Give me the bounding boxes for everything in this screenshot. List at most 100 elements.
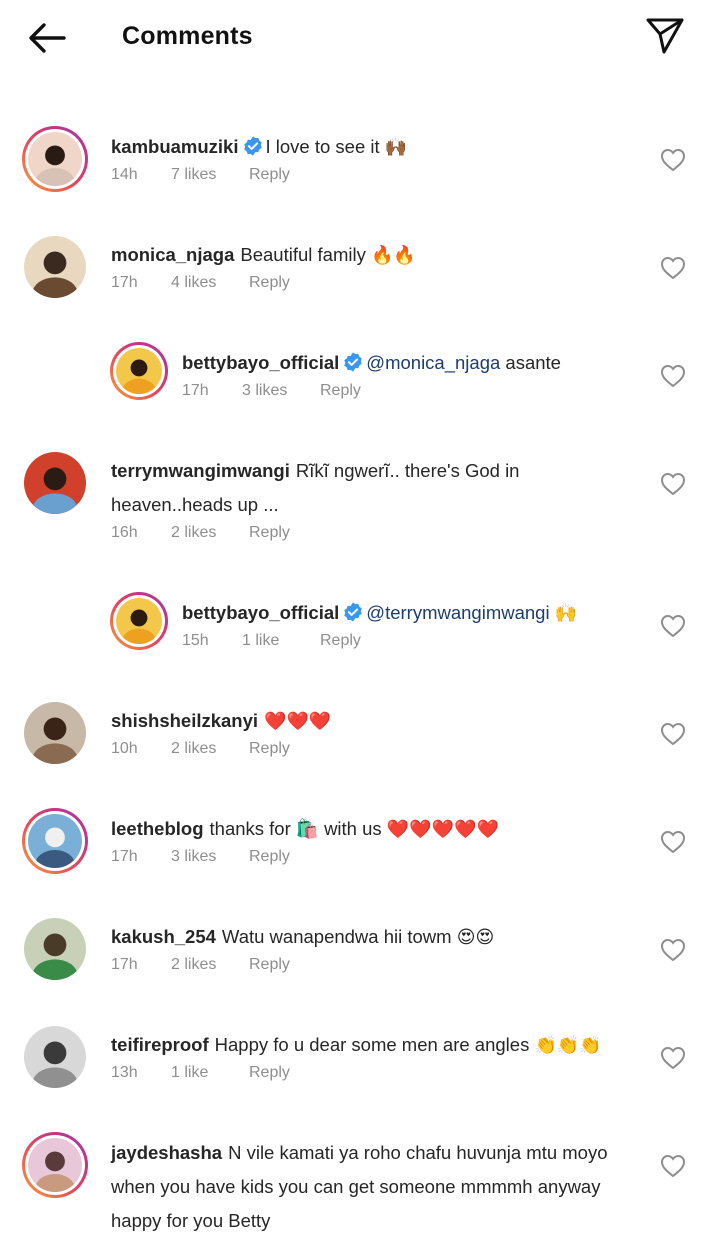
avatar[interactable] — [22, 1024, 88, 1090]
comment-emoji: ❤️❤️❤️ — [264, 711, 332, 731]
comment-likes[interactable]: 3 likes — [171, 848, 249, 866]
page-title: Comments — [122, 22, 253, 50]
comment-username[interactable]: terrymwangimwangi — [111, 460, 290, 481]
avatar[interactable] — [22, 700, 88, 766]
header-bar: Comments — [0, 0, 720, 78]
comment-body: bettybayo_official @monica_njaga asante 1… — [182, 346, 640, 400]
comment-username[interactable]: jaydeshasha — [111, 1142, 222, 1163]
heart-outline-icon[interactable] — [660, 148, 686, 172]
comment-likes[interactable]: 7 likes — [171, 166, 249, 184]
comment-text: bettybayo_official @monica_njaga asante — [182, 346, 640, 380]
comment-likes[interactable]: 2 likes — [171, 524, 249, 542]
comment-time: 17h — [182, 382, 209, 399]
comment-emoji: 👏👏👏 — [534, 1035, 602, 1055]
comment-emoji: ❤️❤️❤️❤️❤️ — [386, 819, 499, 839]
heart-outline-icon[interactable] — [660, 830, 686, 854]
comment-time: 17h — [111, 848, 138, 865]
comment-meta: 14h 7 likes Reply — [111, 166, 640, 184]
comment-meta: 17h 3 likes Reply — [111, 848, 640, 866]
comment-row: terrymwangimwangi Rĩkĩ ngwerĩ.. there's G… — [0, 424, 720, 566]
comment-text: monica_njaga Beautiful family 🔥🔥 — [111, 238, 640, 272]
reply-button[interactable]: Reply — [249, 848, 290, 866]
comment-username[interactable]: kakush_254 — [111, 926, 216, 947]
comment-emoji: 😍😍 — [456, 927, 495, 947]
comment-row: shishsheilzkanyi ❤️❤️❤️ 10h 2 likes Reply — [0, 674, 720, 782]
comment-time: 13h — [111, 1064, 138, 1081]
comment-emoji: 🙌🏾 — [384, 137, 408, 157]
comment-message: Happy fo u dear some men are angles — [214, 1034, 530, 1055]
reply-button[interactable]: Reply — [249, 524, 290, 542]
comment-likes[interactable]: 1 like — [171, 1064, 249, 1082]
comment-likes[interactable]: 4 likes — [171, 274, 249, 292]
reply-button[interactable]: Reply — [249, 274, 290, 292]
comment-text: kakush_254 Watu wanapendwa hii towm 😍😍 — [111, 920, 640, 954]
reply-button[interactable]: Reply — [249, 1064, 290, 1082]
avatar[interactable] — [22, 808, 88, 874]
avatar[interactable] — [22, 1132, 88, 1198]
comment-row: kakush_254 Watu wanapendwa hii towm 😍😍 17h… — [0, 890, 720, 998]
comment-list[interactable]: kambuamuziki I love to see it 🙌🏾 14h 7 like… — [0, 100, 720, 1240]
heart-outline-icon[interactable] — [660, 472, 686, 496]
reply-button[interactable]: Reply — [320, 632, 361, 650]
mention-link[interactable]: @terrymwangimwangi — [366, 602, 549, 623]
comment-row: bettybayo_official @terrymwangimwangi 🙌 15… — [0, 566, 720, 674]
comment-body: kakush_254 Watu wanapendwa hii towm 😍😍 17h… — [111, 920, 640, 974]
heart-outline-icon[interactable] — [660, 364, 686, 388]
comment-username[interactable]: shishsheilzkanyi — [111, 710, 258, 731]
avatar[interactable] — [22, 126, 88, 192]
mention-link[interactable]: @monica_njaga — [366, 352, 500, 373]
reply-button[interactable]: Reply — [249, 956, 290, 974]
verified-badge-icon — [344, 352, 363, 372]
comment-text: bettybayo_official @terrymwangimwangi 🙌 — [182, 596, 640, 630]
avatar[interactable] — [110, 592, 168, 650]
avatar[interactable] — [110, 342, 168, 400]
comment-likes[interactable]: 3 likes — [242, 382, 320, 400]
comment-time: 17h — [111, 956, 138, 973]
comment-body: monica_njaga Beautiful family 🔥🔥 17h 4 like… — [111, 238, 640, 292]
comment-likes[interactable]: 2 likes — [171, 956, 249, 974]
comment-text: jaydeshasha N vile kamati ya roho chafu h… — [111, 1136, 640, 1238]
comment-body: teifireproof Happy fo u dear some men are… — [111, 1028, 640, 1082]
comment-meta: 10h 2 likes Reply — [111, 740, 640, 758]
comment-message: Watu wanapendwa hii towm — [221, 926, 452, 947]
comment-username[interactable]: leetheblog — [111, 818, 204, 839]
comment-meta: 17h 2 likes Reply — [111, 956, 640, 974]
avatar[interactable] — [22, 234, 88, 300]
comment-row: monica_njaga Beautiful family 🔥🔥 17h 4 like… — [0, 208, 720, 316]
heart-outline-icon[interactable] — [660, 1154, 686, 1178]
comment-username[interactable]: teifireproof — [111, 1034, 209, 1055]
comment-message: I love to see it — [265, 136, 380, 157]
comment-likes[interactable]: 1 like — [242, 632, 320, 650]
heart-outline-icon[interactable] — [660, 938, 686, 962]
heart-outline-icon[interactable] — [660, 614, 686, 638]
comment-username[interactable]: monica_njaga — [111, 244, 234, 265]
reply-button[interactable]: Reply — [249, 166, 290, 184]
reply-button[interactable]: Reply — [320, 382, 361, 400]
back-arrow-icon[interactable] — [24, 18, 70, 58]
reply-button[interactable]: Reply — [249, 740, 290, 758]
comment-likes[interactable]: 2 likes — [171, 740, 249, 758]
comment-body: leetheblog thanks for 🛍️ with us ❤️❤️❤️❤️… — [111, 812, 640, 866]
comment-username[interactable]: bettybayo_official — [182, 352, 339, 373]
comment-row: leetheblog thanks for 🛍️ with us ❤️❤️❤️❤️… — [0, 782, 720, 890]
avatar[interactable] — [22, 916, 88, 982]
avatar[interactable] — [22, 450, 88, 516]
comment-time: 16h — [111, 524, 138, 541]
heart-outline-icon[interactable] — [660, 256, 686, 280]
comment-body: shishsheilzkanyi ❤️❤️❤️ 10h 2 likes Reply — [111, 704, 640, 758]
comment-text: shishsheilzkanyi ❤️❤️❤️ — [111, 704, 640, 738]
comment-message: thanks for 🛍️ with us — [209, 818, 382, 839]
comment-meta: 17h 3 likes Reply — [182, 382, 640, 400]
comment-body: bettybayo_official @terrymwangimwangi 🙌 15… — [182, 596, 640, 650]
comment-row: kambuamuziki I love to see it 🙌🏾 14h 7 like… — [0, 100, 720, 208]
heart-outline-icon[interactable] — [660, 722, 686, 746]
comment-time: 14h — [111, 166, 138, 183]
comment-text: kambuamuziki I love to see it 🙌🏾 — [111, 130, 640, 164]
comment-body: jaydeshasha N vile kamati ya roho chafu h… — [111, 1136, 640, 1240]
comment-username[interactable]: kambuamuziki — [111, 136, 239, 157]
comment-username[interactable]: bettybayo_official — [182, 602, 339, 623]
comment-text: leetheblog thanks for 🛍️ with us ❤️❤️❤️❤️… — [111, 812, 640, 846]
paper-plane-icon[interactable] — [644, 14, 686, 56]
comment-row: teifireproof Happy fo u dear some men are… — [0, 998, 720, 1106]
heart-outline-icon[interactable] — [660, 1046, 686, 1070]
